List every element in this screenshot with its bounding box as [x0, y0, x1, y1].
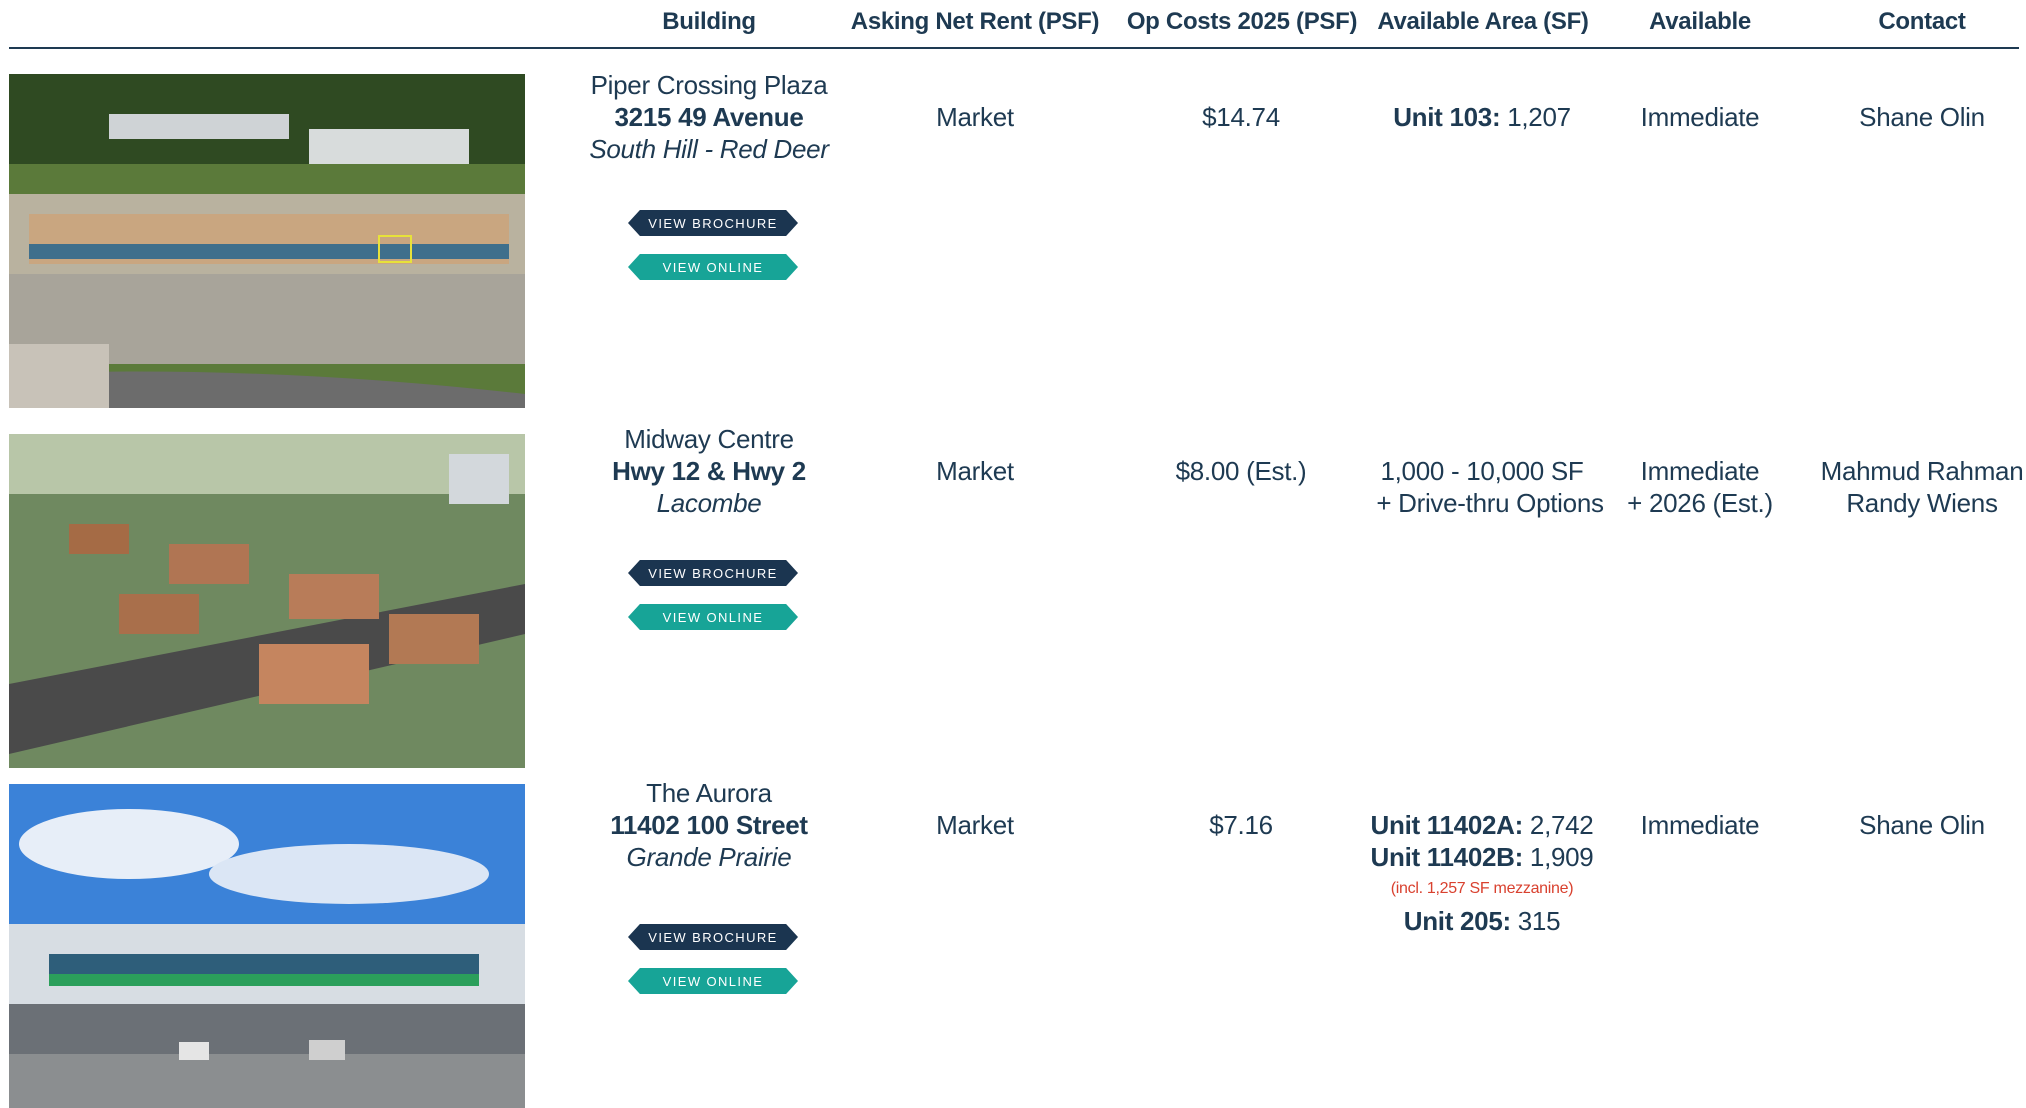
property-photo-midway-centre — [9, 434, 525, 768]
building-address: 3215 49 Avenue — [614, 102, 804, 132]
view-brochure-button[interactable]: VIEW BROCHURE — [628, 560, 798, 586]
view-online-button[interactable]: VIEW ONLINE — [628, 968, 798, 994]
header-asking-rent: Asking Net Rent (PSF) — [850, 8, 1100, 35]
mezzanine-note: (incl. 1,257 SF mezzanine) — [1390, 880, 1574, 897]
building-name: Piper Crossing Plaza — [590, 70, 828, 100]
header-op-costs: Op Costs 2025 (PSF) — [1126, 8, 1358, 35]
building-name: The Aurora — [646, 778, 772, 808]
availability: Immediate — [1640, 102, 1760, 132]
asking-rent: Market — [936, 810, 1014, 840]
op-costs: $8.00 (Est.) — [1175, 456, 1307, 486]
op-costs: $14.74 — [1202, 102, 1280, 132]
building-name: Midway Centre — [624, 424, 794, 454]
available-area-unit: Unit 11402A: 2,742 — [1370, 810, 1594, 840]
availability-secondary: + 2026 (Est.) — [1627, 488, 1773, 518]
view-brochure-button[interactable]: VIEW BROCHURE — [628, 210, 798, 236]
building-city: Grande Prairie — [626, 842, 792, 872]
available-area-note: + Drive-thru Options — [1376, 488, 1604, 518]
header-available: Available — [1649, 8, 1751, 35]
available-area: Unit 103: 1,207 — [1393, 102, 1571, 132]
view-online-button[interactable]: VIEW ONLINE — [628, 604, 798, 630]
property-photo-piper-crossing — [9, 74, 525, 408]
available-area-unit: Unit 11402B: 1,909 — [1370, 842, 1594, 872]
table-header: Building Asking Net Rent (PSF) Op Costs … — [0, 0, 2026, 49]
available-area: 1,000 - 10,000 SF — [1380, 456, 1584, 486]
contact-name-secondary: Randy Wiens — [1846, 488, 1998, 518]
header-contact: Contact — [1878, 8, 1966, 35]
available-area-unit: Unit 205: 315 — [1403, 906, 1561, 936]
building-address: 11402 100 Street — [610, 810, 808, 840]
op-costs: $7.16 — [1209, 810, 1273, 840]
header-available-area: Available Area (SF) — [1377, 8, 1589, 35]
availability: Immediate — [1640, 456, 1760, 486]
asking-rent: Market — [936, 102, 1014, 132]
view-brochure-button[interactable]: VIEW BROCHURE — [628, 924, 798, 950]
view-online-button[interactable]: VIEW ONLINE — [628, 254, 798, 280]
building-address: Hwy 12 & Hwy 2 — [612, 456, 806, 486]
contact-name: Shane Olin — [1859, 810, 1985, 840]
property-photo-the-aurora — [9, 784, 525, 1108]
building-city: South Hill - Red Deer — [589, 134, 829, 164]
contact-name: Shane Olin — [1859, 102, 1985, 132]
header-building: Building — [662, 8, 756, 35]
contact-name: Mahmud Rahman — [1820, 456, 2024, 486]
availability: Immediate — [1640, 810, 1760, 840]
header-divider — [9, 47, 2019, 49]
building-city: Lacombe — [656, 488, 762, 518]
asking-rent: Market — [936, 456, 1014, 486]
